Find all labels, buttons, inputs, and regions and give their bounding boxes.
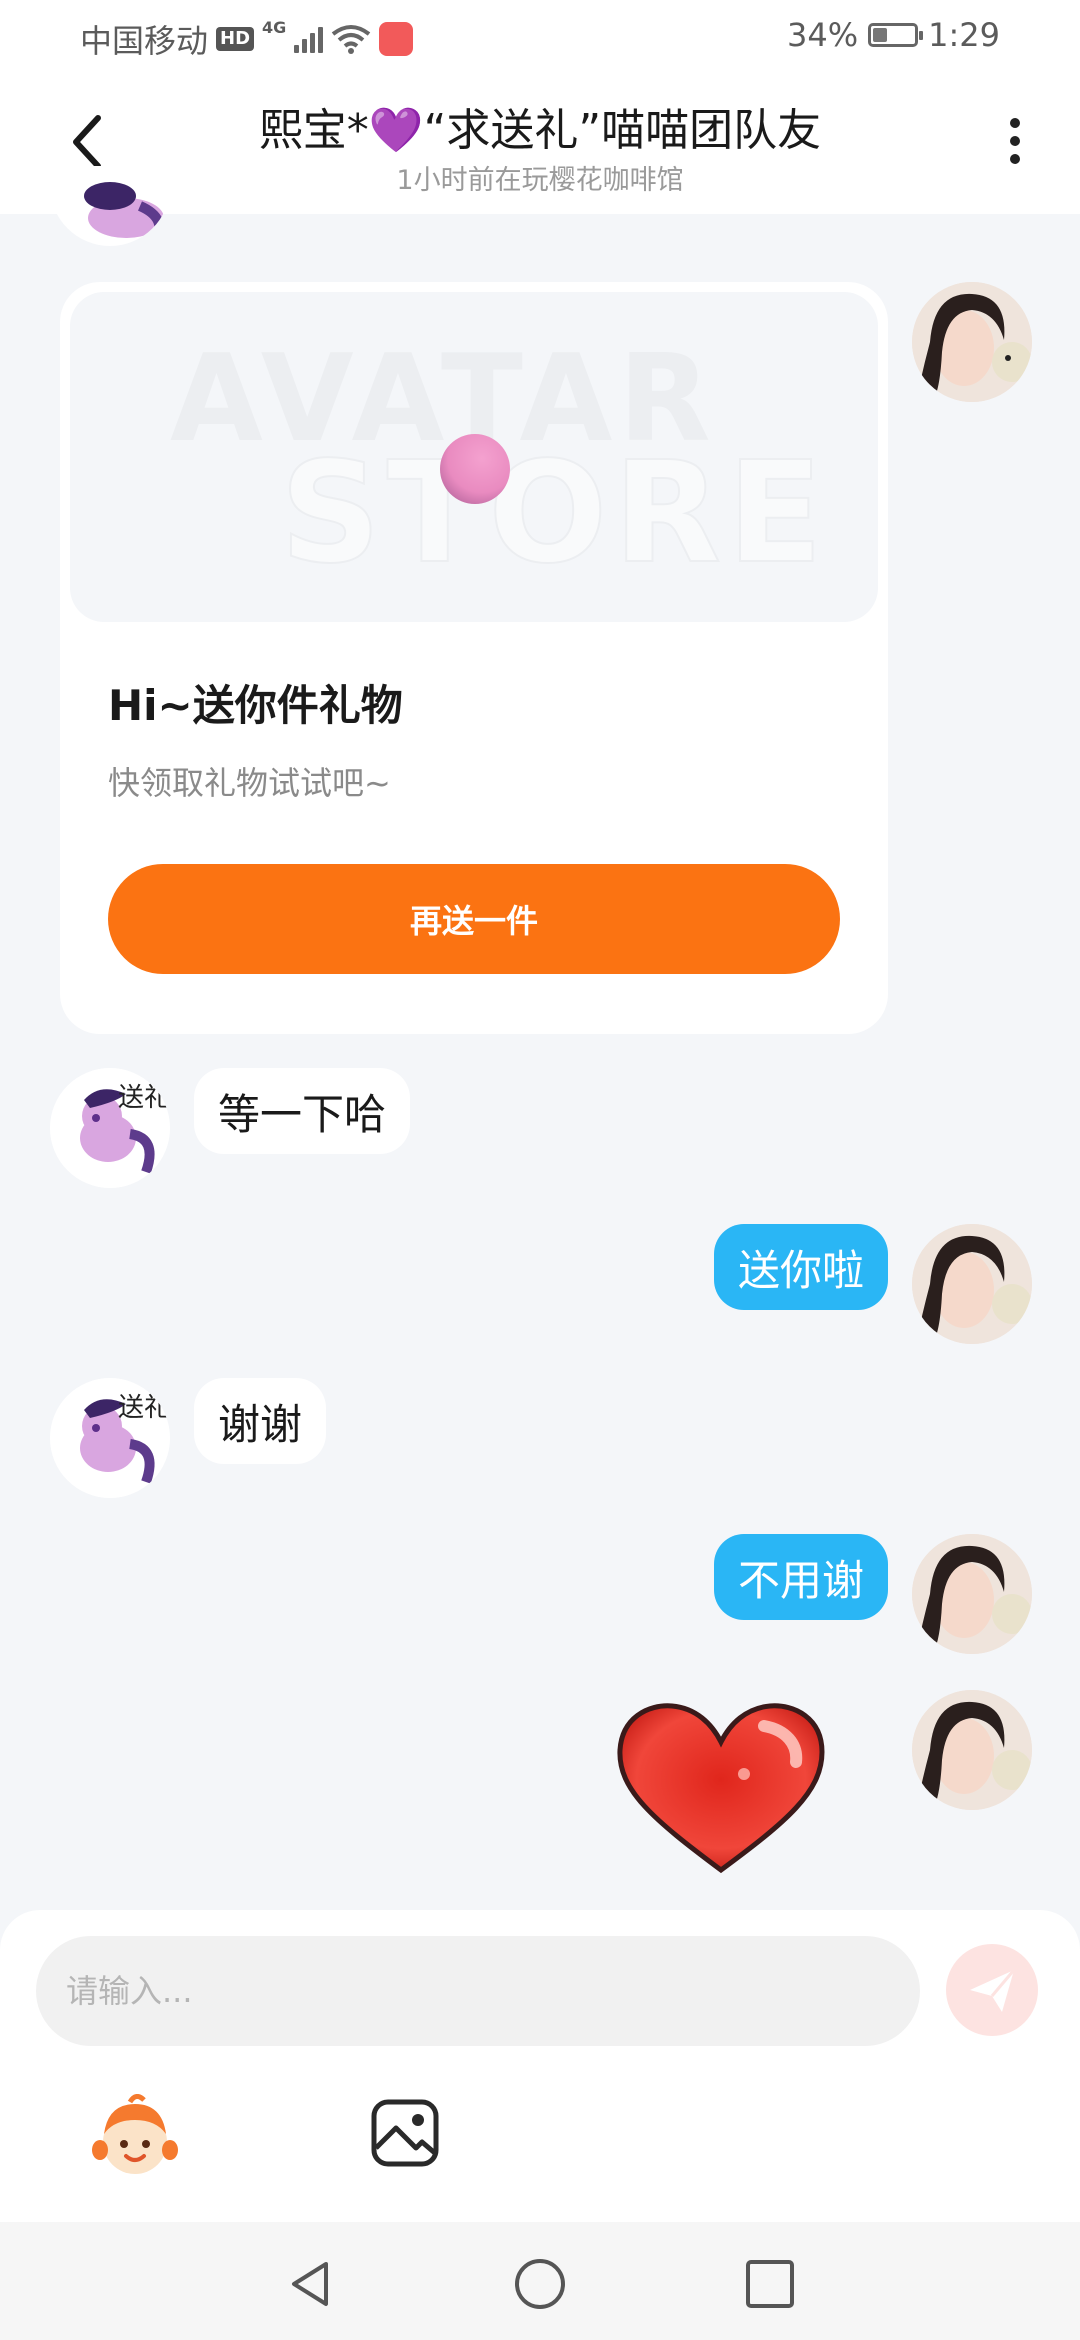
hd-badge: HD xyxy=(216,27,255,51)
triangle-back-icon[interactable] xyxy=(282,2256,338,2312)
my-avatar[interactable] xyxy=(912,1224,1032,1344)
paper-plane-icon xyxy=(970,1969,1016,2012)
gift-banner-image: AVATAR STORE xyxy=(70,292,878,622)
network-type: 4G xyxy=(262,17,287,37)
battery-fill xyxy=(873,28,887,42)
watermark-store: STORE xyxy=(279,431,829,596)
image-icon[interactable] xyxy=(370,2098,440,2168)
gift-item-icon xyxy=(440,434,510,504)
more-options-button[interactable] xyxy=(990,112,1040,182)
my-avatar[interactable] xyxy=(912,1534,1032,1654)
system-navigation-bar xyxy=(0,2222,1080,2340)
carrier-name: 中国移动 xyxy=(80,22,209,60)
square-recent-icon[interactable] xyxy=(742,2256,798,2312)
gift-title: Hi~送你件礼物 xyxy=(108,681,403,730)
chat-title: 熙宝*💜“求送礼”喵喵团队友 xyxy=(258,105,822,156)
my-avatar[interactable] xyxy=(912,1690,1032,1810)
message-input[interactable] xyxy=(36,1936,920,2046)
friend-avatar-text: 送礼 xyxy=(118,1393,170,1423)
chat-subtitle: 1小时前在玩樱花咖啡馆 xyxy=(396,165,684,196)
gift-description: 快领取礼物试试吧~ xyxy=(108,764,391,802)
app-store-icon xyxy=(379,22,414,56)
send-button[interactable] xyxy=(946,1944,1038,2036)
clock: 1:29 xyxy=(928,16,1000,54)
emoji-face-icon[interactable] xyxy=(92,2094,178,2180)
friend-avatar-text: 送礼 xyxy=(118,1083,170,1113)
more-vertical-icon xyxy=(990,118,1040,164)
message-bubble-outgoing[interactable]: 不用谢 xyxy=(713,1534,888,1620)
battery-percent: 34% xyxy=(787,16,859,54)
friend-avatar[interactable]: 送礼 xyxy=(50,1378,170,1498)
message-bubble-outgoing[interactable]: 送你啦 xyxy=(713,1224,888,1310)
gift-card[interactable]: AVATAR STORE Hi~送你件礼物 快领取礼物试试吧~ 再送一件 xyxy=(60,282,888,1034)
composer xyxy=(0,1910,1080,2222)
battery-icon xyxy=(868,23,924,47)
status-right: 34% 1:29 xyxy=(787,16,1000,54)
send-another-gift-button[interactable]: 再送一件 xyxy=(108,864,840,974)
wifi-icon xyxy=(332,25,371,54)
friend-avatar[interactable]: 送礼 xyxy=(50,1068,170,1188)
my-avatar[interactable] xyxy=(912,282,1032,402)
friend-avatar-partial xyxy=(50,166,170,246)
message-bubble-incoming[interactable]: 等一下哈 xyxy=(194,1068,411,1154)
status-left: 中国移动 HD 4G xyxy=(80,16,414,62)
heart-sticker-icon[interactable] xyxy=(614,1700,828,1876)
status-bar: 中国移动 HD 4G 34% 1:29 xyxy=(0,0,1080,72)
message-bubble-incoming[interactable]: 谢谢 xyxy=(194,1378,327,1464)
signal-icon xyxy=(294,25,324,53)
circle-home-icon[interactable] xyxy=(512,2256,568,2312)
